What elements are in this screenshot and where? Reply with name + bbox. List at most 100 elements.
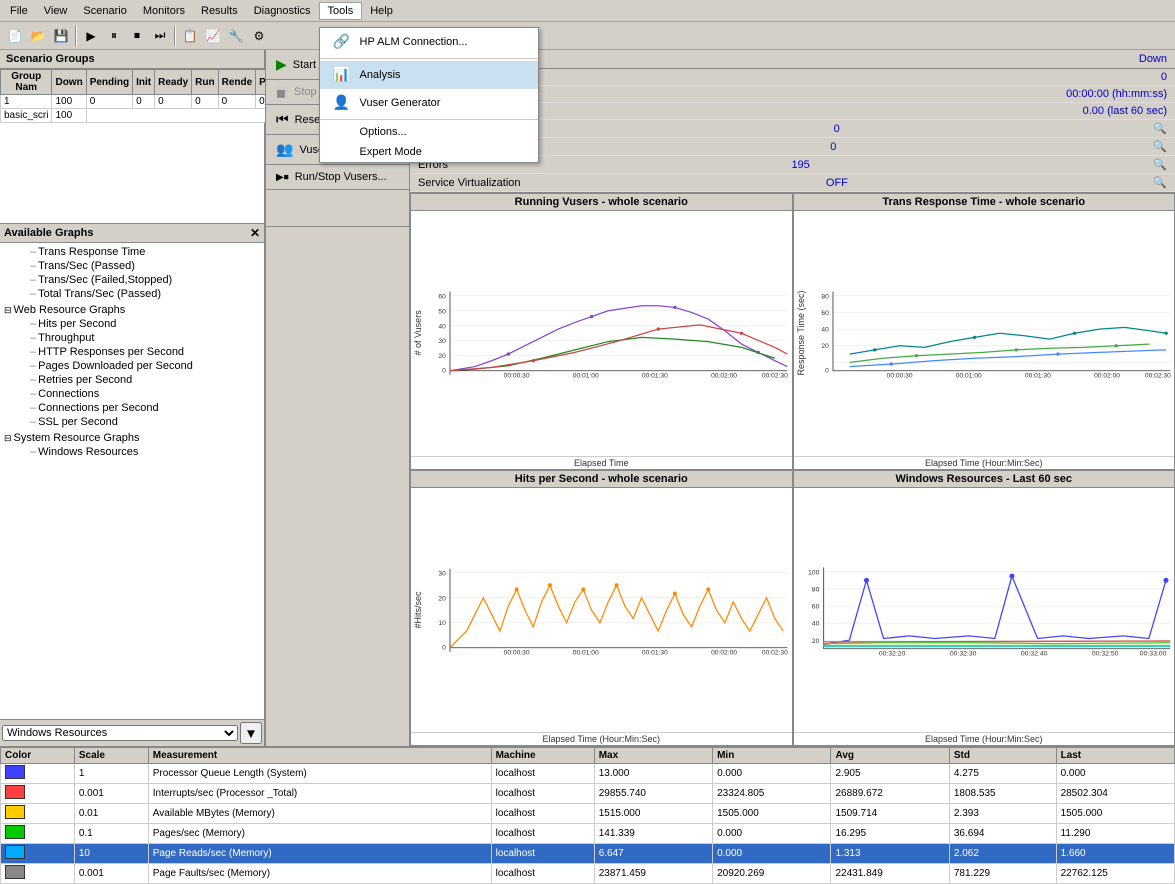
cell-machine: localhost	[491, 824, 594, 844]
toolbar-btn-5[interactable]: 📋	[179, 25, 201, 47]
trans-response-y-label: Response Time (sec)	[794, 211, 808, 456]
cell-color	[1, 764, 75, 784]
toolbar-open[interactable]: 📂	[27, 25, 49, 47]
cell-last: 1.660	[1056, 844, 1174, 864]
tree-item-total-trans[interactable]: – Total Trans/Sec (Passed)	[2, 287, 262, 301]
sg-row2-name: basic_scri	[1, 109, 52, 123]
cell-scale: 0.1	[74, 824, 148, 844]
cell-std: 2.393	[949, 804, 1056, 824]
sg-empty-area	[0, 123, 264, 223]
dropdown-expert-mode[interactable]: Expert Mode	[320, 142, 538, 162]
toolbar-btn-4[interactable]: ⏭	[149, 25, 171, 47]
toolbar-save[interactable]: 💾	[50, 25, 72, 47]
table-row[interactable]: 1Processor Queue Length (System)localhos…	[1, 764, 1175, 784]
sg-row1-run: 0	[192, 95, 218, 109]
toolbar-btn-8[interactable]: ⚙	[248, 25, 270, 47]
status-row-service-virt: Service Virtualization OFF 🔍	[410, 174, 1175, 192]
graphs-dropdown-btn[interactable]: ▼	[240, 722, 262, 744]
table-row[interactable]: 0.01Available MBytes (Memory)localhost15…	[1, 804, 1175, 824]
left-panel: Scenario Groups Group Nam Down Pending I…	[0, 50, 265, 746]
cell-max: 141.339	[594, 824, 712, 844]
tools-dropdown-menu: 🔗 HP ALM Connection... 📊 Analysis 👤 Vuse…	[319, 27, 539, 163]
tree-item-http[interactable]: – HTTP Responses per Second	[2, 345, 262, 359]
menu-tools[interactable]: Tools	[319, 2, 363, 20]
menu-file[interactable]: File	[2, 3, 36, 19]
cell-std: 781.229	[949, 864, 1056, 884]
menu-help[interactable]: Help	[362, 3, 401, 19]
windows-resources-body: 100 80 60 40 20 00:32:20 00:32:30 00:32:…	[794, 488, 1175, 733]
table-row[interactable]: 0.001Page Faults/sec (Memory)localhost23…	[1, 864, 1175, 884]
hits-per-second-title: Hits per Second - whole scenario	[411, 471, 792, 488]
tree-item-trans-passed[interactable]: – Trans/Sec (Passed)	[2, 259, 262, 273]
search-icon-errors[interactable]: 🔍	[1153, 158, 1167, 171]
svg-text:00:01:00: 00:01:00	[573, 372, 599, 379]
tree-item-connections[interactable]: – Connections	[2, 387, 262, 401]
search-icon-passed[interactable]: 🔍	[1153, 122, 1167, 135]
sg-col-run: Run	[192, 70, 218, 95]
menu-view[interactable]: View	[36, 3, 76, 19]
menu-monitors[interactable]: Monitors	[135, 3, 193, 19]
cell-last: 0.000	[1056, 764, 1174, 784]
tree-item-retries[interactable]: – Retries per Second	[2, 373, 262, 387]
tree-group-vuser: – Trans Response Time – Trans/Sec (Passe…	[2, 245, 262, 301]
graphs-dropdown-select[interactable]: Windows Resources	[2, 725, 238, 741]
search-icon-service-virt[interactable]: 🔍	[1153, 176, 1167, 189]
svg-text:0: 0	[825, 367, 829, 374]
dropdown-alm-connection[interactable]: 🔗 HP ALM Connection...	[320, 28, 538, 56]
tree-item-throughput[interactable]: – Throughput	[2, 331, 262, 345]
svg-text:00:01:00: 00:01:00	[573, 649, 599, 656]
toolbar-btn-7[interactable]: 🔧	[225, 25, 247, 47]
running-vusers-chart: Running Vusers - whole scenario # of Vus…	[410, 193, 793, 470]
dropdown-analysis[interactable]: 📊 Analysis	[320, 61, 538, 89]
toolbar-new[interactable]: 📄	[4, 25, 26, 47]
table-row[interactable]: 0.001Interrupts/sec (Processor _Total)lo…	[1, 784, 1175, 804]
tree-item-trans-response[interactable]: – Trans Response Time	[2, 245, 262, 259]
cell-measurement: Pages/sec (Memory)	[148, 824, 491, 844]
system-resource-group-header[interactable]: ⊟ System Resource Graphs	[2, 431, 262, 445]
toolbar-btn-3[interactable]: ⏹	[126, 25, 148, 47]
close-graphs-button[interactable]: ✕	[250, 226, 260, 240]
cell-measurement: Processor Queue Length (System)	[148, 764, 491, 784]
tree-item-conn-per-sec[interactable]: – Connections per Second	[2, 401, 262, 415]
tree-dash-4: –	[30, 288, 36, 300]
menu-diagnostics[interactable]: Diagnostics	[246, 3, 319, 19]
table-row[interactable]: 10Page Reads/sec (Memory)localhost6.6470…	[1, 844, 1175, 864]
trans-response-chart: Trans Response Time - whole scenario Res…	[793, 193, 1175, 470]
tree-item-pages[interactable]: – Pages Downloaded per Second	[2, 359, 262, 373]
available-graphs-panel: Available Graphs ✕ – Trans Response Time…	[0, 224, 264, 746]
running-vusers-content: 60 50 40 30 20 0 00:00:30 00:01:00 00:01…	[425, 211, 792, 456]
dropdown-vuser-generator[interactable]: 👤 Vuser Generator	[320, 89, 538, 117]
cell-avg: 26889.672	[831, 784, 949, 804]
toolbar-btn-6[interactable]: 📈	[202, 25, 224, 47]
menu-results[interactable]: Results	[193, 3, 246, 19]
col-last: Last	[1056, 748, 1174, 764]
cell-scale: 0.001	[74, 864, 148, 884]
cell-measurement: Interrupts/sec (Processor _Total)	[148, 784, 491, 804]
svg-text:60: 60	[821, 310, 829, 317]
toolbar-btn-2[interactable]: ⏸	[103, 25, 125, 47]
table-row[interactable]: 0.1Pages/sec (Memory)localhost141.3390.0…	[1, 824, 1175, 844]
web-resource-group-header[interactable]: ⊟ Web Resource Graphs	[2, 303, 262, 317]
tree-item-hits[interactable]: – Hits per Second	[2, 317, 262, 331]
cell-min: 1505.000	[713, 804, 831, 824]
toolbar-btn-1[interactable]: ▶	[80, 25, 102, 47]
tree-dash-retries: –	[30, 374, 36, 386]
menu-scenario[interactable]: Scenario	[75, 3, 134, 19]
trans-response-x-label: Elapsed Time (Hour:Min:Sec)	[794, 456, 1175, 469]
tree-item-ssl[interactable]: – SSL per Second	[2, 415, 262, 429]
search-icon-failed[interactable]: 🔍	[1153, 140, 1167, 153]
cell-machine: localhost	[491, 804, 594, 824]
tree-item-windows-resources[interactable]: – Windows Resources	[2, 445, 262, 459]
svg-text:00:01:30: 00:01:30	[1024, 372, 1050, 379]
tree-item-trans-failed[interactable]: – Trans/Sec (Failed,Stopped)	[2, 273, 262, 287]
svg-text:00:00:30: 00:00:30	[504, 372, 530, 379]
svg-text:00:32:30: 00:32:30	[949, 650, 976, 657]
run-stop-icon: ▶⏹	[276, 172, 289, 183]
graphs-tree: – Trans Response Time – Trans/Sec (Passe…	[0, 243, 264, 719]
graphs-dropdown-area: Windows Resources ▼	[0, 719, 264, 746]
col-measurement: Measurement	[148, 748, 491, 764]
dropdown-options[interactable]: Options...	[320, 122, 538, 142]
run-stop-vusers-btn[interactable]: ▶⏹ Run/Stop Vusers...	[266, 165, 409, 190]
table-header-row: Color Scale Measurement Machine Max Min …	[1, 748, 1175, 764]
cell-avg: 2.905	[831, 764, 949, 784]
